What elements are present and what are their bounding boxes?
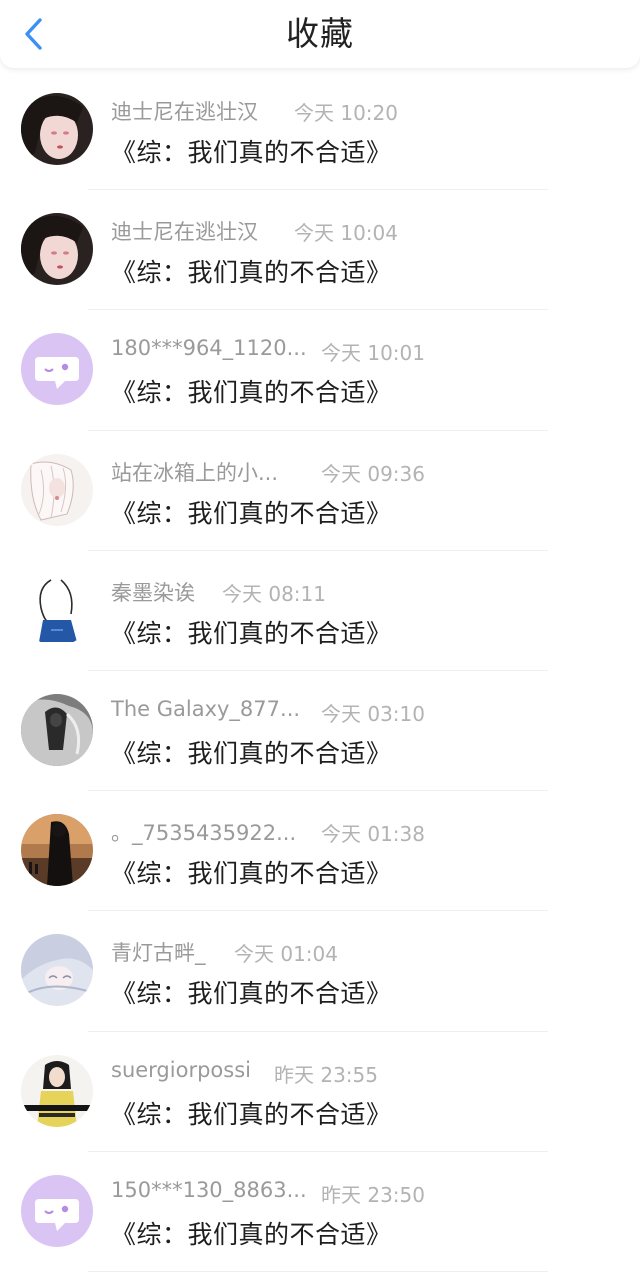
user-name: 秦墨染诶 bbox=[111, 580, 195, 605]
user-name: suergiorpossi bbox=[111, 1057, 251, 1082]
book-title[interactable]: 《综：我们真的不合适》 bbox=[111, 494, 392, 530]
timestamp: 今天 10:01 bbox=[321, 341, 425, 366]
avatar[interactable] bbox=[21, 693, 93, 766]
avatar[interactable] bbox=[21, 453, 93, 526]
list-item[interactable]: The Galaxy_877... 今天 03:10 《综：我们真的不合适》 bbox=[0, 671, 640, 792]
list-item[interactable]: 站在冰箱上的小... 今天 09:36 《综：我们真的不合适》 bbox=[0, 431, 640, 551]
avatar[interactable] bbox=[21, 573, 93, 646]
timestamp: 今天 08:11 bbox=[222, 581, 326, 606]
list-item[interactable]: 。_7535435922... 今天 01:38 《综：我们真的不合适》 bbox=[0, 791, 640, 912]
avatar[interactable] bbox=[21, 93, 93, 165]
book-title[interactable]: 《综：我们真的不合适》 bbox=[111, 373, 392, 409]
timestamp: 今天 09:36 bbox=[321, 461, 425, 486]
user-name: 180***964_1120... bbox=[111, 336, 307, 361]
book-title[interactable]: 《综：我们真的不合适》 bbox=[111, 734, 392, 770]
timestamp: 今天 01:04 bbox=[234, 942, 338, 967]
timestamp: 今天 03:10 bbox=[321, 701, 425, 726]
user-name: 。_7535435922... bbox=[111, 821, 297, 846]
book-title[interactable]: 《综：我们真的不合适》 bbox=[111, 1095, 392, 1131]
avatar[interactable] bbox=[21, 1054, 93, 1127]
page-title: 收藏 bbox=[286, 14, 354, 53]
header-bar: 收藏 bbox=[0, 0, 640, 68]
user-name: 站在冰箱上的小... bbox=[111, 460, 279, 485]
book-title[interactable]: 《综：我们真的不合适》 bbox=[111, 253, 392, 289]
user-name: 150***130_8863... bbox=[111, 1177, 307, 1202]
book-title[interactable]: 《综：我们真的不合适》 bbox=[111, 854, 392, 890]
book-title[interactable]: 《综：我们真的不合适》 bbox=[111, 614, 392, 650]
timestamp: 昨天 23:50 bbox=[321, 1182, 425, 1207]
list-item[interactable]: 青灯古畔_ 今天 01:04 《综：我们真的不合适》 bbox=[0, 911, 640, 1032]
list-item[interactable]: 迪士尼在逃壮汉 今天 10:04 《综：我们真的不合适》 bbox=[0, 190, 640, 311]
book-title[interactable]: 《综：我们真的不合适》 bbox=[111, 974, 392, 1010]
book-title[interactable]: 《综：我们真的不合适》 bbox=[111, 1215, 392, 1251]
favorites-list: 迪士尼在逃壮汉 今天 10:20 《综：我们真的不合适》 迪士尼在逃壮汉 今天 … bbox=[0, 70, 640, 1272]
list-item[interactable]: 秦墨染诶 今天 08:11 《综：我们真的不合适》 bbox=[0, 551, 640, 671]
timestamp: 昨天 23:55 bbox=[274, 1062, 378, 1087]
user-name: 青灯古畔_ bbox=[111, 941, 206, 966]
avatar[interactable] bbox=[21, 934, 93, 1007]
avatar[interactable] bbox=[21, 814, 93, 887]
timestamp: 今天 10:04 bbox=[294, 221, 398, 246]
avatar[interactable] bbox=[21, 333, 93, 406]
divider bbox=[88, 1270, 548, 1272]
timestamp: 今天 10:20 bbox=[294, 101, 398, 125]
timestamp: 今天 01:38 bbox=[321, 822, 425, 847]
user-name: 迪士尼在逃壮汉 bbox=[111, 220, 258, 245]
list-item[interactable]: suergiorpossi 昨天 23:55 《综：我们真的不合适》 bbox=[0, 1032, 640, 1152]
avatar[interactable] bbox=[21, 213, 93, 286]
user-name: The Galaxy_877... bbox=[111, 696, 301, 721]
list-item[interactable]: 180***964_1120... 今天 10:01 《综：我们真的不合适》 bbox=[0, 310, 640, 431]
list-item[interactable]: 150***130_8863... 昨天 23:50 《综：我们真的不合适》 bbox=[0, 1152, 640, 1272]
book-title[interactable]: 《综：我们真的不合适》 bbox=[111, 133, 392, 169]
user-name: 迪士尼在逃壮汉 bbox=[111, 100, 258, 124]
avatar[interactable] bbox=[21, 1174, 93, 1247]
list-item[interactable]: 迪士尼在逃壮汉 今天 10:20 《综：我们真的不合适》 bbox=[0, 70, 640, 191]
